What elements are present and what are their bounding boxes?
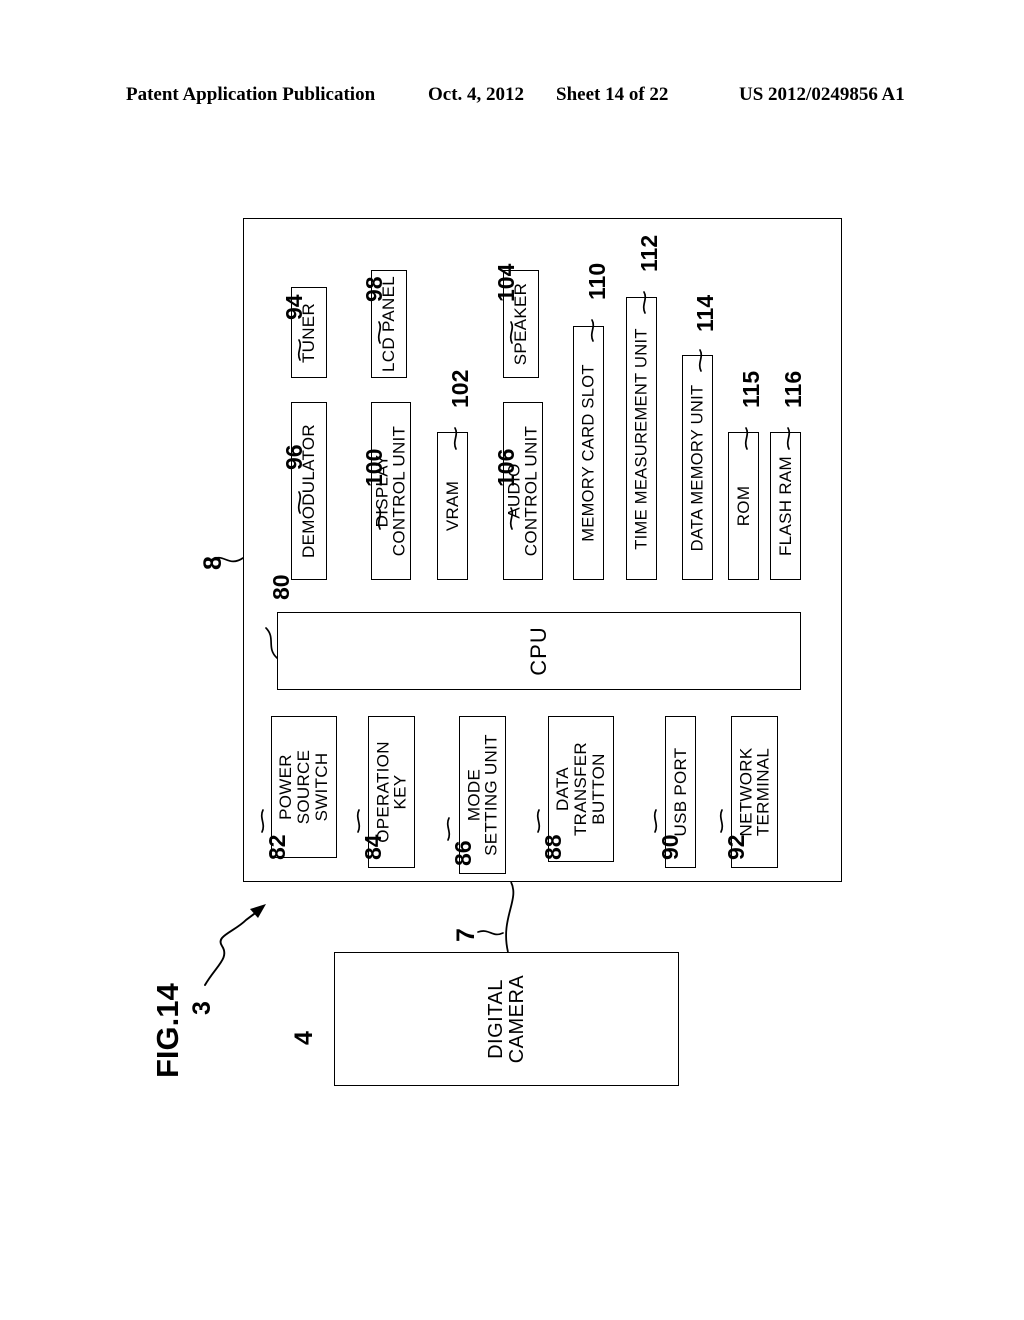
header-patent-number: US 2012/0249856 A1 — [739, 84, 905, 105]
ref-115: 115 — [738, 370, 764, 408]
leader-3-arrow — [204, 907, 263, 986]
ref-80: 80 — [268, 574, 294, 600]
block-data-memory-unit-label: DATA MEMORY UNIT — [687, 384, 706, 551]
block-rom-label: ROM — [733, 485, 753, 527]
block-audio-control-unit: AUDIO CONTROL UNIT — [503, 402, 543, 580]
digital-camera-line2: CAMERA — [505, 974, 528, 1064]
block-power-source-switch-line1: POWER — [276, 754, 296, 820]
ref-100: 100 — [361, 448, 387, 487]
ref-88: 88 — [540, 834, 566, 860]
ref-114: 114 — [692, 294, 718, 332]
ref-8: 8 — [199, 556, 227, 570]
block-time-measurement-unit: TIME MEASUREMENT UNIT — [626, 297, 657, 580]
block-operation-key-line2: KEY — [390, 774, 410, 810]
ref-90: 90 — [657, 834, 683, 860]
ref-82: 82 — [264, 834, 290, 860]
ref-106: 106 — [493, 448, 519, 487]
ref-96: 96 — [281, 444, 307, 470]
cpu-label: CPU — [526, 626, 551, 676]
digital-camera-block: DIGITAL CAMERA — [334, 952, 679, 1086]
ref-94: 94 — [281, 294, 307, 320]
block-display-control-unit: DISPLAY CONTROL UNIT — [371, 402, 411, 580]
block-operation-key-line1: OPERATION — [373, 741, 393, 843]
ref-116: 116 — [780, 370, 806, 408]
block-mode-setting-unit-line1: MODE — [464, 768, 484, 822]
ref-92: 92 — [723, 834, 749, 860]
block-flash-ram-label: FLASH RAM — [775, 456, 795, 556]
block-vram: VRAM — [437, 432, 468, 580]
patent-header: Patent Application Publication Oct. 4, 2… — [0, 84, 1024, 114]
leader-3-arrowhead — [250, 904, 266, 918]
ref-102: 102 — [447, 369, 473, 408]
block-power-source-switch-line2: SOURCE — [294, 749, 314, 825]
block-display-control-unit-label: DISPLAY CONTROL UNIT — [373, 425, 409, 557]
block-data-transfer-button-line1: DATA — [553, 766, 573, 812]
block-memory-card-slot-label: MEMORY CARD SLOT — [578, 364, 597, 542]
block-memory-card-slot: MEMORY CARD SLOT — [573, 326, 604, 580]
ref-3: 3 — [188, 1001, 216, 1015]
block-audio-control-unit-line2: CONTROL UNIT — [522, 425, 541, 557]
block-display-control-unit-line2: CONTROL UNIT — [390, 425, 409, 557]
block-operation-key-label: OPERATION KEY — [373, 741, 410, 843]
ref-104: 104 — [493, 263, 519, 302]
block-power-source-switch-line3: SWITCH — [311, 752, 331, 822]
digital-camera-label: DIGITAL CAMERA — [484, 974, 528, 1064]
ref-84: 84 — [360, 834, 386, 860]
ref-98: 98 — [361, 276, 387, 302]
block-time-measurement-unit-label: TIME MEASUREMENT UNIT — [631, 327, 650, 550]
cpu-block: CPU — [277, 612, 801, 690]
digital-camera-line1: DIGITAL — [484, 979, 507, 1059]
block-flash-ram: FLASH RAM — [770, 432, 801, 580]
header-publication-text: Patent Application Publication — [126, 84, 376, 105]
block-usb-port-label: USB PORT — [670, 747, 690, 837]
connection-system-camera — [505, 881, 515, 953]
block-rom: ROM — [728, 432, 759, 580]
block-data-transfer-button-line2: TRANSFER — [571, 741, 591, 837]
block-data-memory-unit: DATA MEMORY UNIT — [682, 355, 713, 580]
ref-112: 112 — [636, 234, 662, 272]
block-network-terminal-line1: NETWORK — [736, 747, 756, 837]
figure-label: FIG.14 — [150, 983, 185, 1078]
block-data-transfer-button-label: DATA TRANSFER BUTTON — [553, 741, 608, 837]
ref-4: 4 — [290, 1031, 318, 1045]
ref-7: 7 — [452, 928, 480, 942]
block-network-terminal-line2: TERMINAL — [753, 747, 773, 837]
block-data-transfer-button-line3: BUTTON — [588, 753, 608, 825]
ref-110: 110 — [584, 262, 610, 300]
block-vram-label: VRAM — [442, 480, 462, 532]
block-power-source-switch-label: POWER SOURCE SWITCH — [276, 749, 331, 825]
block-mode-setting-unit-line2: SETTING UNIT — [481, 734, 501, 856]
header-sheet-text: Sheet 14 of 22 — [556, 84, 669, 105]
leader-7 — [477, 930, 504, 936]
header-date-text: Oct. 4, 2012 — [428, 84, 525, 105]
block-network-terminal-label: NETWORK TERMINAL — [736, 747, 773, 837]
ref-86: 86 — [450, 840, 476, 866]
block-mode-setting-unit-label: MODE SETTING UNIT — [464, 734, 501, 856]
block-audio-control-unit-label: AUDIO CONTROL UNIT — [505, 425, 541, 557]
block-demodulator: DEMODULATOR — [291, 402, 327, 580]
